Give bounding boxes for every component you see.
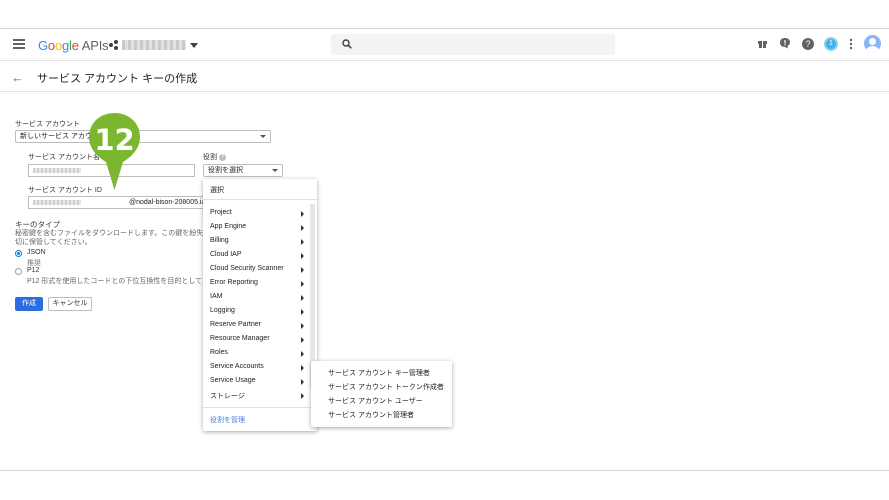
role-select-value: 役割を選択 <box>208 167 243 174</box>
submenu-item[interactable]: サービス アカウント管理者 <box>328 410 414 420</box>
alert-bubble-icon <box>780 37 790 48</box>
radio-p12[interactable] <box>15 268 22 275</box>
user-badge-icon[interactable]: 1 <box>824 36 838 51</box>
submenu-item[interactable]: サービス アカウント キー管理者 <box>328 368 430 378</box>
search-icon <box>342 39 352 49</box>
chevron-down-icon <box>260 135 266 138</box>
project-name-redacted[interactable] <box>122 40 186 50</box>
logo-letter: G <box>38 38 48 53</box>
chevron-right-icon <box>301 365 304 371</box>
chevron-down-icon[interactable] <box>190 43 198 48</box>
key-type-desc-2: 切に保管してください。 <box>15 239 92 246</box>
logo-apis-text: APIs <box>81 38 109 53</box>
notification-icon[interactable] <box>778 37 792 51</box>
p12-sub: P12 形式を使用したコードとの下位互換性を目的としていま <box>27 278 217 285</box>
role-select[interactable]: 役割を選択 <box>203 164 283 177</box>
chevron-right-icon <box>301 211 304 217</box>
menu-item-roles[interactable]: Roles <box>210 349 228 356</box>
menu-item-error-reporting[interactable]: Error Reporting <box>210 279 258 286</box>
redacted-value <box>33 167 81 173</box>
submenu-item[interactable]: サービス アカウント トークン作成者 <box>328 382 444 392</box>
logo-letter: g <box>61 38 70 53</box>
help-icon[interactable]: ? <box>802 37 814 50</box>
chevron-right-icon <box>301 239 304 245</box>
sa-id-input[interactable]: @nodal-bison-208005.iam.gs <box>28 196 206 209</box>
toolbar-icons: ? 1 <box>757 35 881 52</box>
menu-item-iam[interactable]: IAM <box>210 293 222 300</box>
menu-item-cloud-iap[interactable]: Cloud IAP <box>210 251 242 258</box>
p12-label: P12 <box>27 267 40 274</box>
menu-divider <box>203 199 317 200</box>
menu-item-service-usage[interactable]: Service Usage <box>210 377 256 384</box>
logo-letter: o <box>47 38 55 53</box>
menu-item-app-engine[interactable]: App Engine <box>210 223 246 230</box>
chevron-right-icon <box>301 225 304 231</box>
chevron-right-icon <box>301 393 304 399</box>
top-bar: Google APIs ? 1 <box>0 29 889 61</box>
chevron-right-icon <box>301 379 304 385</box>
radio-json[interactable] <box>15 250 22 257</box>
gift-icon[interactable] <box>757 38 768 49</box>
more-vert-icon[interactable] <box>848 38 854 50</box>
role-dropdown-menu: 選択 Project App Engine Billing Cloud IAP … <box>203 179 317 431</box>
hamburger-icon[interactable] <box>13 39 25 49</box>
cancel-button[interactable]: キャンセル <box>48 297 92 311</box>
menu-item-logging[interactable]: Logging <box>210 307 235 314</box>
sa-id-suffix: @nodal-bison-208005.iam.gs <box>129 199 206 206</box>
create-button[interactable]: 作成 <box>15 297 43 311</box>
project-dots-icon[interactable] <box>109 40 119 50</box>
chevron-right-icon <box>301 309 304 315</box>
google-apis-logo[interactable]: Google APIs <box>38 38 109 53</box>
chevron-right-icon <box>301 351 304 357</box>
chevron-right-icon <box>301 323 304 329</box>
logo-letter: e <box>71 38 79 53</box>
menu-divider <box>203 407 317 408</box>
service-accounts-submenu: サービス アカウント キー管理者 サービス アカウント トークン作成者 サービス… <box>311 361 452 427</box>
logo-letter: o <box>54 38 62 53</box>
menu-item-cloud-security-scanner[interactable]: Cloud Security Scanner <box>210 265 284 272</box>
chevron-right-icon <box>301 281 304 287</box>
menu-item-service-accounts[interactable]: Service Accounts <box>210 363 264 370</box>
service-account-label: サービス アカウント <box>15 121 80 128</box>
redacted-value <box>33 199 81 205</box>
json-label: JSON <box>27 249 46 256</box>
search-input[interactable] <box>331 34 615 55</box>
submenu-item[interactable]: サービス アカウント ユーザー <box>328 396 423 406</box>
chevron-right-icon <box>301 295 304 301</box>
menu-item-storage[interactable]: ストレージ <box>210 391 245 401</box>
service-account-select[interactable]: 新しいサービス アカウント <box>15 130 271 143</box>
role-label-text: 役割 <box>203 154 217 161</box>
step-number: 12 <box>94 123 135 157</box>
help-circle-icon[interactable]: ? <box>219 153 226 161</box>
chevron-down-icon <box>272 169 278 172</box>
back-arrow-icon[interactable]: ← <box>11 70 24 85</box>
role-label: 役割? <box>203 152 226 162</box>
manage-roles-link[interactable]: 役割を管理 <box>210 415 245 425</box>
menu-item-billing[interactable]: Billing <box>210 237 229 244</box>
page-header: ← サービス アカウント キーの作成 <box>0 62 889 92</box>
chevron-right-icon <box>301 337 304 343</box>
menu-item-reserve-partner[interactable]: Reserve Partner <box>210 321 261 328</box>
app-frame: Google APIs ? 1 ← サービス アカウント キーの作成 サービス … <box>0 28 889 471</box>
menu-item-project[interactable]: Project <box>210 209 232 216</box>
step-marker: 12 <box>87 111 142 191</box>
menu-item-resource-manager[interactable]: Resource Manager <box>210 335 270 342</box>
chevron-right-icon <box>301 253 304 259</box>
chevron-right-icon <box>301 267 304 273</box>
menu-header-select[interactable]: 選択 <box>210 185 224 195</box>
page-title: サービス アカウント キーの作成 <box>37 73 198 85</box>
avatar-icon[interactable] <box>864 35 881 52</box>
